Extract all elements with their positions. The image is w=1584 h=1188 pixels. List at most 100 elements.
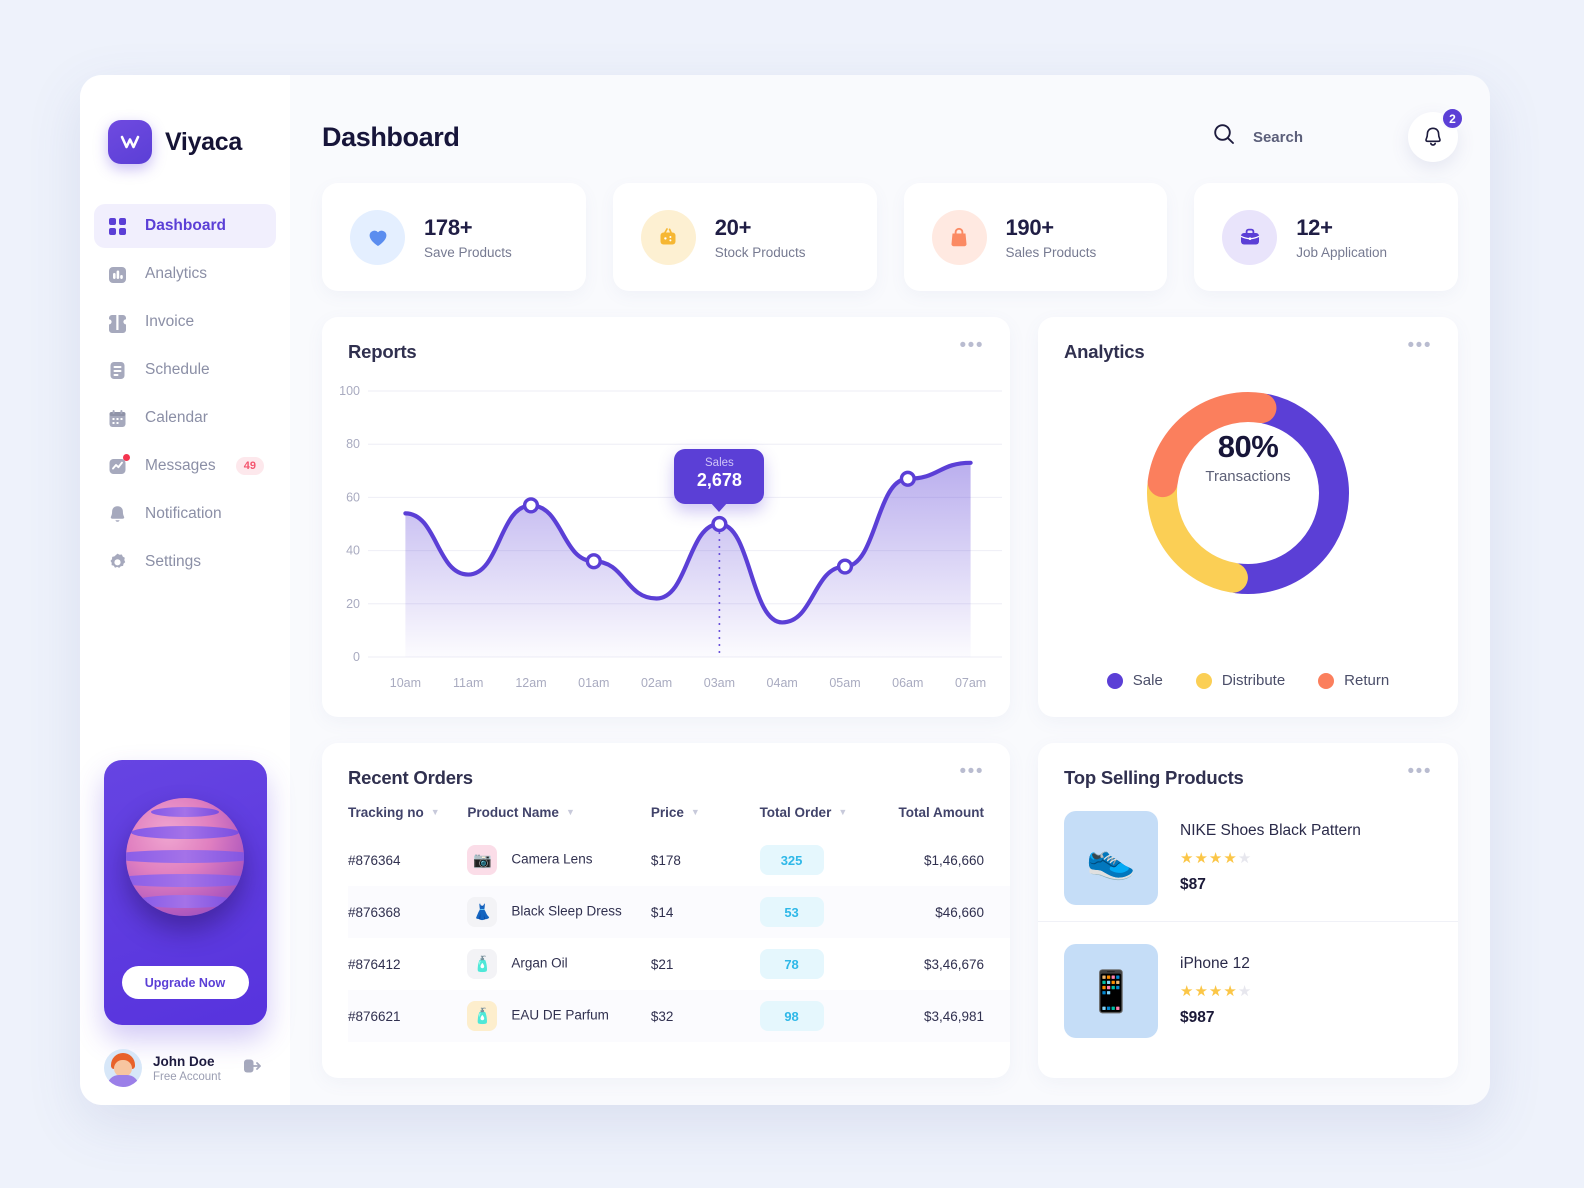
svg-text:60: 60 [346, 490, 360, 504]
legend-item-distribute[interactable]: Distribute [1195, 672, 1285, 689]
stat-card-sales-products[interactable]: 190+ Sales Products [903, 183, 1168, 291]
star-icon: ★ [1223, 983, 1238, 1000]
cell-price: $21 [650, 956, 674, 972]
legend-label: Return [1344, 672, 1390, 689]
sort-caret-icon: ▼ [690, 807, 700, 817]
sort-caret-icon: ▼ [838, 807, 848, 817]
upgrade-now-button[interactable]: Upgrade Now [121, 966, 249, 999]
chart-tooltip: Sales 2,678 [674, 449, 765, 504]
donut-legend: Sale Distribute Return [1038, 672, 1458, 689]
star-icon: ★ [1223, 850, 1238, 867]
stat-card-stock-products[interactable]: 20+ Stock Products [612, 183, 877, 291]
briefcase-icon [1222, 209, 1278, 265]
more-horizontal-icon[interactable]: ••• [960, 762, 984, 781]
column-header-total-order[interactable]: Total Order ▼ [760, 805, 899, 834]
stat-card-save-products[interactable]: 178+ Save Products [322, 183, 586, 291]
user-plan: Free Account [153, 1070, 221, 1083]
stat-value: 178+ [424, 214, 473, 240]
decorative-orb-icon [126, 798, 244, 916]
user-profile[interactable]: John Doe Free Account [80, 1025, 290, 1087]
svg-text:03am: 03am [704, 676, 735, 690]
sort-caret-icon: ▼ [430, 807, 440, 817]
column-header-product-name[interactable]: Product Name ▼ [467, 805, 650, 834]
messages-badge: 49 [235, 457, 264, 475]
sidebar-item-notification[interactable]: Notification [94, 492, 276, 536]
sidebar-item-dashboard[interactable]: Dashboard [94, 204, 276, 248]
logout-icon[interactable] [242, 1056, 262, 1081]
perfume-thumb: 🧴 [467, 1001, 498, 1031]
chart-data-point[interactable] [522, 497, 540, 514]
legend-swatch-icon [1106, 672, 1123, 689]
column-header-tracking-no[interactable]: Tracking no ▼ [348, 805, 467, 834]
legend-swatch-icon [1318, 672, 1335, 689]
table-row[interactable]: #876412 🧴 Argan Oil $21 78 $3,46,676 [348, 938, 1010, 990]
list-item[interactable]: 📱 iPhone 12 ★★★★★ $987 [1038, 921, 1458, 1038]
star-icon: ★ [1208, 850, 1224, 867]
sidebar-item-analytics[interactable]: Analytics [94, 252, 276, 296]
heart-icon [350, 209, 405, 265]
gear-icon [106, 551, 129, 574]
product-name: iPhone 12 [1180, 955, 1250, 972]
svg-text:10am: 10am [390, 676, 421, 690]
legend-item-return[interactable]: Return [1318, 672, 1389, 689]
cell-price: $32 [650, 1008, 674, 1024]
stat-label: Save Products [424, 244, 512, 260]
product-name: NIKE Shoes Black Pattern [1180, 822, 1361, 839]
svg-text:02am: 02am [641, 676, 672, 690]
chart-data-point[interactable] [711, 515, 728, 533]
total-order-badge: 78 [759, 949, 824, 979]
more-horizontal-icon[interactable]: ••• [1408, 336, 1432, 355]
sidebar-item-settings[interactable]: Settings [94, 540, 276, 584]
stat-value: 12+ [1296, 214, 1333, 240]
search-input[interactable]: Search [1212, 122, 1303, 152]
total-order-badge: 325 [759, 845, 824, 875]
table-row[interactable]: #876621 🧴 EAU DE Parfum $32 98 $3,46,981 [348, 990, 1010, 1042]
legend-item-sale[interactable]: Sale [1106, 672, 1163, 689]
sidebar-item-label: Dashboard [145, 217, 226, 234]
chart-data-point[interactable] [899, 470, 916, 487]
bottom-row: Recent Orders ••• Tracking no ▼ Product N… [322, 743, 1458, 1078]
list-item[interactable]: 👟 NIKE Shoes Black Pattern ★★★★★ $87 [1038, 789, 1458, 905]
total-order-badge: 53 [759, 897, 824, 927]
sidebar-item-schedule[interactable]: Schedule [94, 348, 276, 392]
sidebar-item-messages[interactable]: Messages 49 [94, 444, 276, 488]
stat-label: Stock Products [714, 244, 806, 260]
more-horizontal-icon[interactable]: ••• [960, 336, 984, 355]
sort-caret-icon: ▼ [565, 807, 575, 817]
donut-segment-distribute[interactable] [1147, 471, 1248, 593]
rating-stars: ★★★★★ [1180, 849, 1361, 867]
star-icon: ★ [1237, 983, 1253, 1000]
iphone-thumb: 📱 [1064, 944, 1158, 1038]
star-icon: ★ [1194, 983, 1209, 1000]
table-row[interactable]: #876364 📷 Camera Lens $178 325 $1,46,660 [348, 834, 1010, 886]
cell-tracking-no: #876364 [348, 852, 401, 868]
cell-total-amount: $1,46,660 [923, 852, 984, 868]
sidebar-item-invoice[interactable]: Invoice [94, 300, 276, 344]
cell-total-amount: $3,46,676 [923, 956, 984, 972]
sidebar-item-label: Messages [145, 457, 216, 474]
more-horizontal-icon[interactable]: ••• [1408, 762, 1432, 781]
reports-panel: Reports ••• 0 20 40 60 80 100 10am 11am … [322, 317, 1010, 717]
topbar-actions: Search 2 [1212, 107, 1464, 162]
page-title: Dashboard [322, 121, 460, 152]
product-price: $87 [1180, 876, 1206, 893]
svg-text:80: 80 [346, 437, 360, 451]
chart-data-point[interactable] [836, 558, 854, 575]
sidebar-item-label: Invoice [145, 313, 195, 330]
sidebar-item-calendar[interactable]: Calendar [94, 396, 276, 440]
notification-button[interactable]: 2 [1408, 107, 1464, 162]
analytics-title: Analytics [1064, 341, 1145, 362]
top-selling-panel: Top Selling Products ••• 👟 NIKE Shoes Bla… [1038, 743, 1458, 1078]
box-icon [640, 209, 696, 265]
column-header-price[interactable]: Price ▼ [651, 805, 760, 834]
user-name: John Doe [153, 1053, 215, 1069]
cell-product-name: 📷 Camera Lens [467, 834, 650, 886]
orders-table: Tracking no ▼ Product Name ▼ Price ▼ Total … [348, 805, 1010, 1042]
star-icon: ★ [1208, 983, 1224, 1000]
stat-card-job-application[interactable]: 12+ Job Application [1194, 183, 1458, 291]
cell-total-amount: $46,660 [935, 904, 984, 920]
cell-tracking-no: #876621 [348, 1008, 401, 1024]
table-row[interactable]: #876368 👗 Black Sleep Dress $14 53 $46,660 [348, 886, 1010, 938]
chart-data-point[interactable] [585, 553, 602, 570]
viyaca-logo-icon [108, 120, 152, 164]
